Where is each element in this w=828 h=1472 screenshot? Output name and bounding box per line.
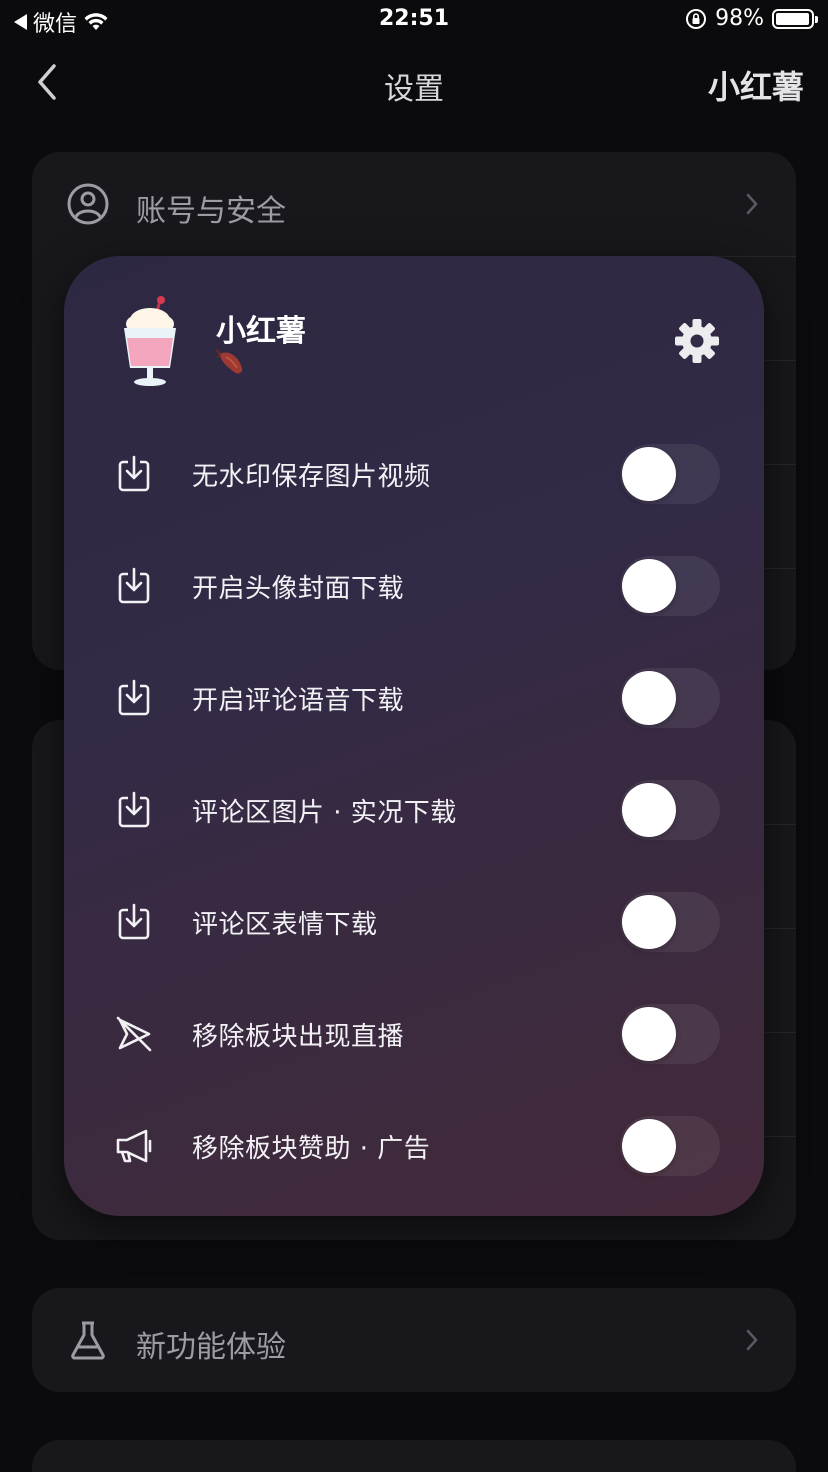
toggle-switch[interactable] <box>620 892 720 952</box>
flask-icon <box>71 1321 105 1360</box>
option-row: 移除板块出现直播 <box>64 978 764 1090</box>
toggle-knob <box>622 671 676 725</box>
toggle-knob <box>622 1007 676 1061</box>
send-off-icon <box>116 1016 152 1052</box>
settings-row-account[interactable]: 账号与安全 <box>32 152 796 256</box>
battery-icon <box>772 8 818 29</box>
chevron-right-icon <box>746 1329 758 1351</box>
status-right: 98% <box>685 6 818 31</box>
download-icon <box>118 455 150 492</box>
nav-right-label[interactable]: 小红薯 <box>708 62 804 108</box>
option-row: 评论区表情下载 <box>64 866 764 978</box>
toggle-switch[interactable] <box>620 556 720 616</box>
milkshake-icon <box>124 296 176 386</box>
plugin-settings-panel: 小红薯 无水印保存图片视频 开启头像封面下载 开启评论语音下载 评论区图片 · … <box>64 256 764 1216</box>
download-icon <box>118 903 150 940</box>
chevron-right-icon <box>746 193 758 215</box>
toggle-switch[interactable] <box>620 1116 720 1176</box>
battery-fill <box>776 12 809 25</box>
option-row: 开启头像封面下载 <box>64 530 764 642</box>
settings-card-more <box>32 1440 796 1472</box>
app-name: 小红薯 <box>216 314 306 349</box>
battery-cap <box>815 15 818 23</box>
settings-row-label: 账号与安全 <box>136 194 286 229</box>
option-row: 评论区图片 · 实况下载 <box>64 754 764 866</box>
toggle-switch[interactable] <box>620 1004 720 1064</box>
toggle-switch[interactable] <box>620 668 720 728</box>
settings-card-new-features: 新功能体验 <box>32 1288 796 1392</box>
option-label: 无水印保存图片视频 <box>192 462 431 492</box>
nav-bar: 设置 小红薯 <box>0 44 828 124</box>
option-label: 评论区表情下载 <box>192 910 378 940</box>
download-icon <box>118 679 150 716</box>
toggle-knob <box>622 447 676 501</box>
option-label: 移除板块赞助 · 广告 <box>192 1134 431 1164</box>
panel-header: 小红薯 <box>64 256 764 406</box>
option-row: 移除板块赞助 · 广告 <box>64 1090 764 1202</box>
download-icon <box>118 791 150 828</box>
sweet-potato-icon <box>216 349 243 374</box>
toggle-knob <box>622 1119 676 1173</box>
toggle-knob <box>622 559 676 613</box>
settings-row-new-features[interactable]: 新功能体验 <box>32 1288 796 1392</box>
option-label: 移除板块出现直播 <box>192 1022 405 1052</box>
gear-icon[interactable] <box>674 318 720 364</box>
settings-row-label: 新功能体验 <box>136 1330 286 1365</box>
page-title: 设置 <box>384 72 444 107</box>
option-label: 开启评论语音下载 <box>192 686 405 716</box>
option-label: 开启头像封面下载 <box>192 574 405 604</box>
toggle-knob <box>622 895 676 949</box>
toggle-switch[interactable] <box>620 444 720 504</box>
option-label: 评论区图片 · 实况下载 <box>192 798 457 828</box>
megaphone-icon <box>116 1129 152 1163</box>
battery-percent: 98% <box>715 6 764 31</box>
option-row: 开启评论语音下载 <box>64 642 764 754</box>
toggle-switch[interactable] <box>620 780 720 840</box>
orientation-lock-icon <box>686 8 707 29</box>
screen: 微信 22:51 98% 设置 小红薯 账号与安全 新功能体验 小红薯 无水印保… <box>0 0 828 1472</box>
toggle-knob <box>622 783 676 837</box>
user-circle-icon <box>67 183 109 225</box>
status-bar: 微信 22:51 98% <box>0 0 828 44</box>
option-row: 无水印保存图片视频 <box>64 418 764 530</box>
download-icon <box>118 567 150 604</box>
